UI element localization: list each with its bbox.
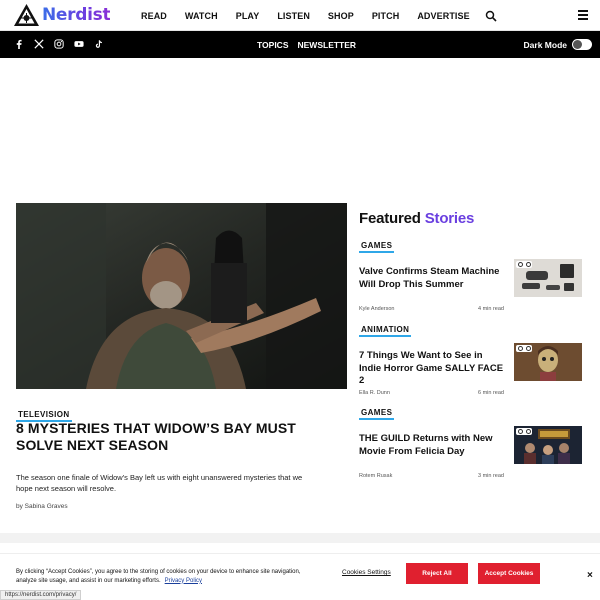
story-read-time: 3 min read [478, 473, 504, 479]
story-thumbnail[interactable] [514, 259, 582, 297]
privacy-policy-link[interactable]: Privacy Policy [165, 578, 202, 584]
featured-story[interactable]: GAMES THE GUILD Returns with New Movie F… [359, 408, 584, 488]
goggles-badge-icon [516, 345, 532, 352]
story-thumbnail[interactable] [514, 426, 582, 464]
story-author: Kyle Anderson [359, 306, 395, 312]
story-read-time: 6 min read [478, 390, 504, 396]
category-tag[interactable]: ANIMATION [359, 325, 412, 337]
close-icon[interactable]: × [587, 570, 593, 581]
cookies-settings-link[interactable]: Cookies Settings [342, 569, 391, 576]
hero-title[interactable]: 8 MYSTERIES THAT WIDOW’S BAY MUST SOLVE … [16, 420, 306, 454]
nav-shop[interactable]: SHOP [328, 11, 354, 21]
reject-all-button[interactable]: Reject All [406, 563, 468, 584]
featured-stories-heading: Featured Stories [359, 210, 474, 227]
sub-nav: TOPICS NEWSLETTER [257, 31, 365, 58]
top-navbar: Nerdist READ WATCH PLAY LISTEN SHOP PITC… [0, 0, 600, 31]
nav-newsletter[interactable]: NEWSLETTER [298, 40, 357, 50]
nav-play[interactable]: PLAY [236, 11, 260, 21]
story-title[interactable]: THE GUILD Returns with New Movie From Fe… [359, 433, 504, 458]
nav-pitch[interactable]: PITCH [372, 11, 400, 21]
goggles-badge-icon [516, 261, 532, 268]
hero-image[interactable] [16, 203, 347, 389]
goggles-badge-icon [516, 428, 532, 435]
brand-name: Nerdist [42, 5, 111, 25]
cookie-message: By clicking “Accept Cookies”, you agree … [16, 569, 301, 584]
story-author: Ella R. Dunn [359, 390, 390, 396]
cookie-banner: By clicking “Accept Cookies”, you agree … [0, 553, 600, 593]
nerdist-logo-icon [14, 4, 39, 26]
nav-listen[interactable]: LISTEN [277, 11, 310, 21]
nav-read[interactable]: READ [141, 11, 167, 21]
instagram-icon[interactable] [53, 38, 65, 50]
featured-heading-accent: Stories [424, 210, 475, 227]
accept-cookies-button[interactable]: Accept Cookies [478, 563, 540, 584]
tiktok-icon[interactable] [93, 38, 105, 50]
featured-story[interactable]: ANIMATION 7 Things We Want to See in Ind… [359, 325, 584, 405]
dark-mode-control: Dark Mode [524, 31, 592, 58]
hero-description: The season one finale of Widow's Bay lef… [16, 473, 303, 493]
category-tag[interactable]: GAMES [359, 241, 395, 253]
story-title[interactable]: 7 Things We Want to See in Indie Horror … [359, 350, 504, 388]
secondary-bar: TOPICS NEWSLETTER Dark Mode [0, 31, 600, 58]
featured-heading-main: Featured [359, 210, 421, 227]
section-divider [0, 533, 600, 543]
social-links [13, 38, 113, 50]
cookie-text: By clicking “Accept Cookies”, you agree … [16, 568, 306, 585]
category-tag[interactable]: GAMES [359, 408, 395, 420]
hamburger-menu-icon[interactable] [578, 10, 588, 20]
nav-watch[interactable]: WATCH [185, 11, 218, 21]
dark-mode-label: Dark Mode [523, 39, 567, 50]
youtube-icon[interactable] [73, 38, 85, 50]
story-read-time: 4 min read [478, 306, 504, 312]
story-author: Rotem Rusak [359, 473, 393, 479]
hero-author: by Sabina Graves [16, 503, 68, 510]
nav-topics[interactable]: TOPICS [257, 40, 289, 50]
featured-story[interactable]: GAMES Valve Confirms Steam Machine Will … [359, 241, 584, 321]
facebook-icon[interactable] [13, 38, 25, 50]
story-title[interactable]: Valve Confirms Steam Machine Will Drop T… [359, 266, 504, 291]
dark-mode-toggle[interactable] [572, 39, 592, 50]
status-bar-url: https://nerdist.com/privacy/ [0, 590, 82, 600]
search-icon[interactable] [485, 10, 497, 22]
nav-advertise[interactable]: ADVERTISE [417, 11, 469, 21]
main-nav: READ WATCH PLAY LISTEN SHOP PITCH ADVERT… [141, 0, 497, 31]
x-icon[interactable] [33, 38, 45, 50]
nerdist-logo[interactable]: Nerdist [13, 3, 111, 27]
story-thumbnail[interactable] [514, 343, 582, 381]
